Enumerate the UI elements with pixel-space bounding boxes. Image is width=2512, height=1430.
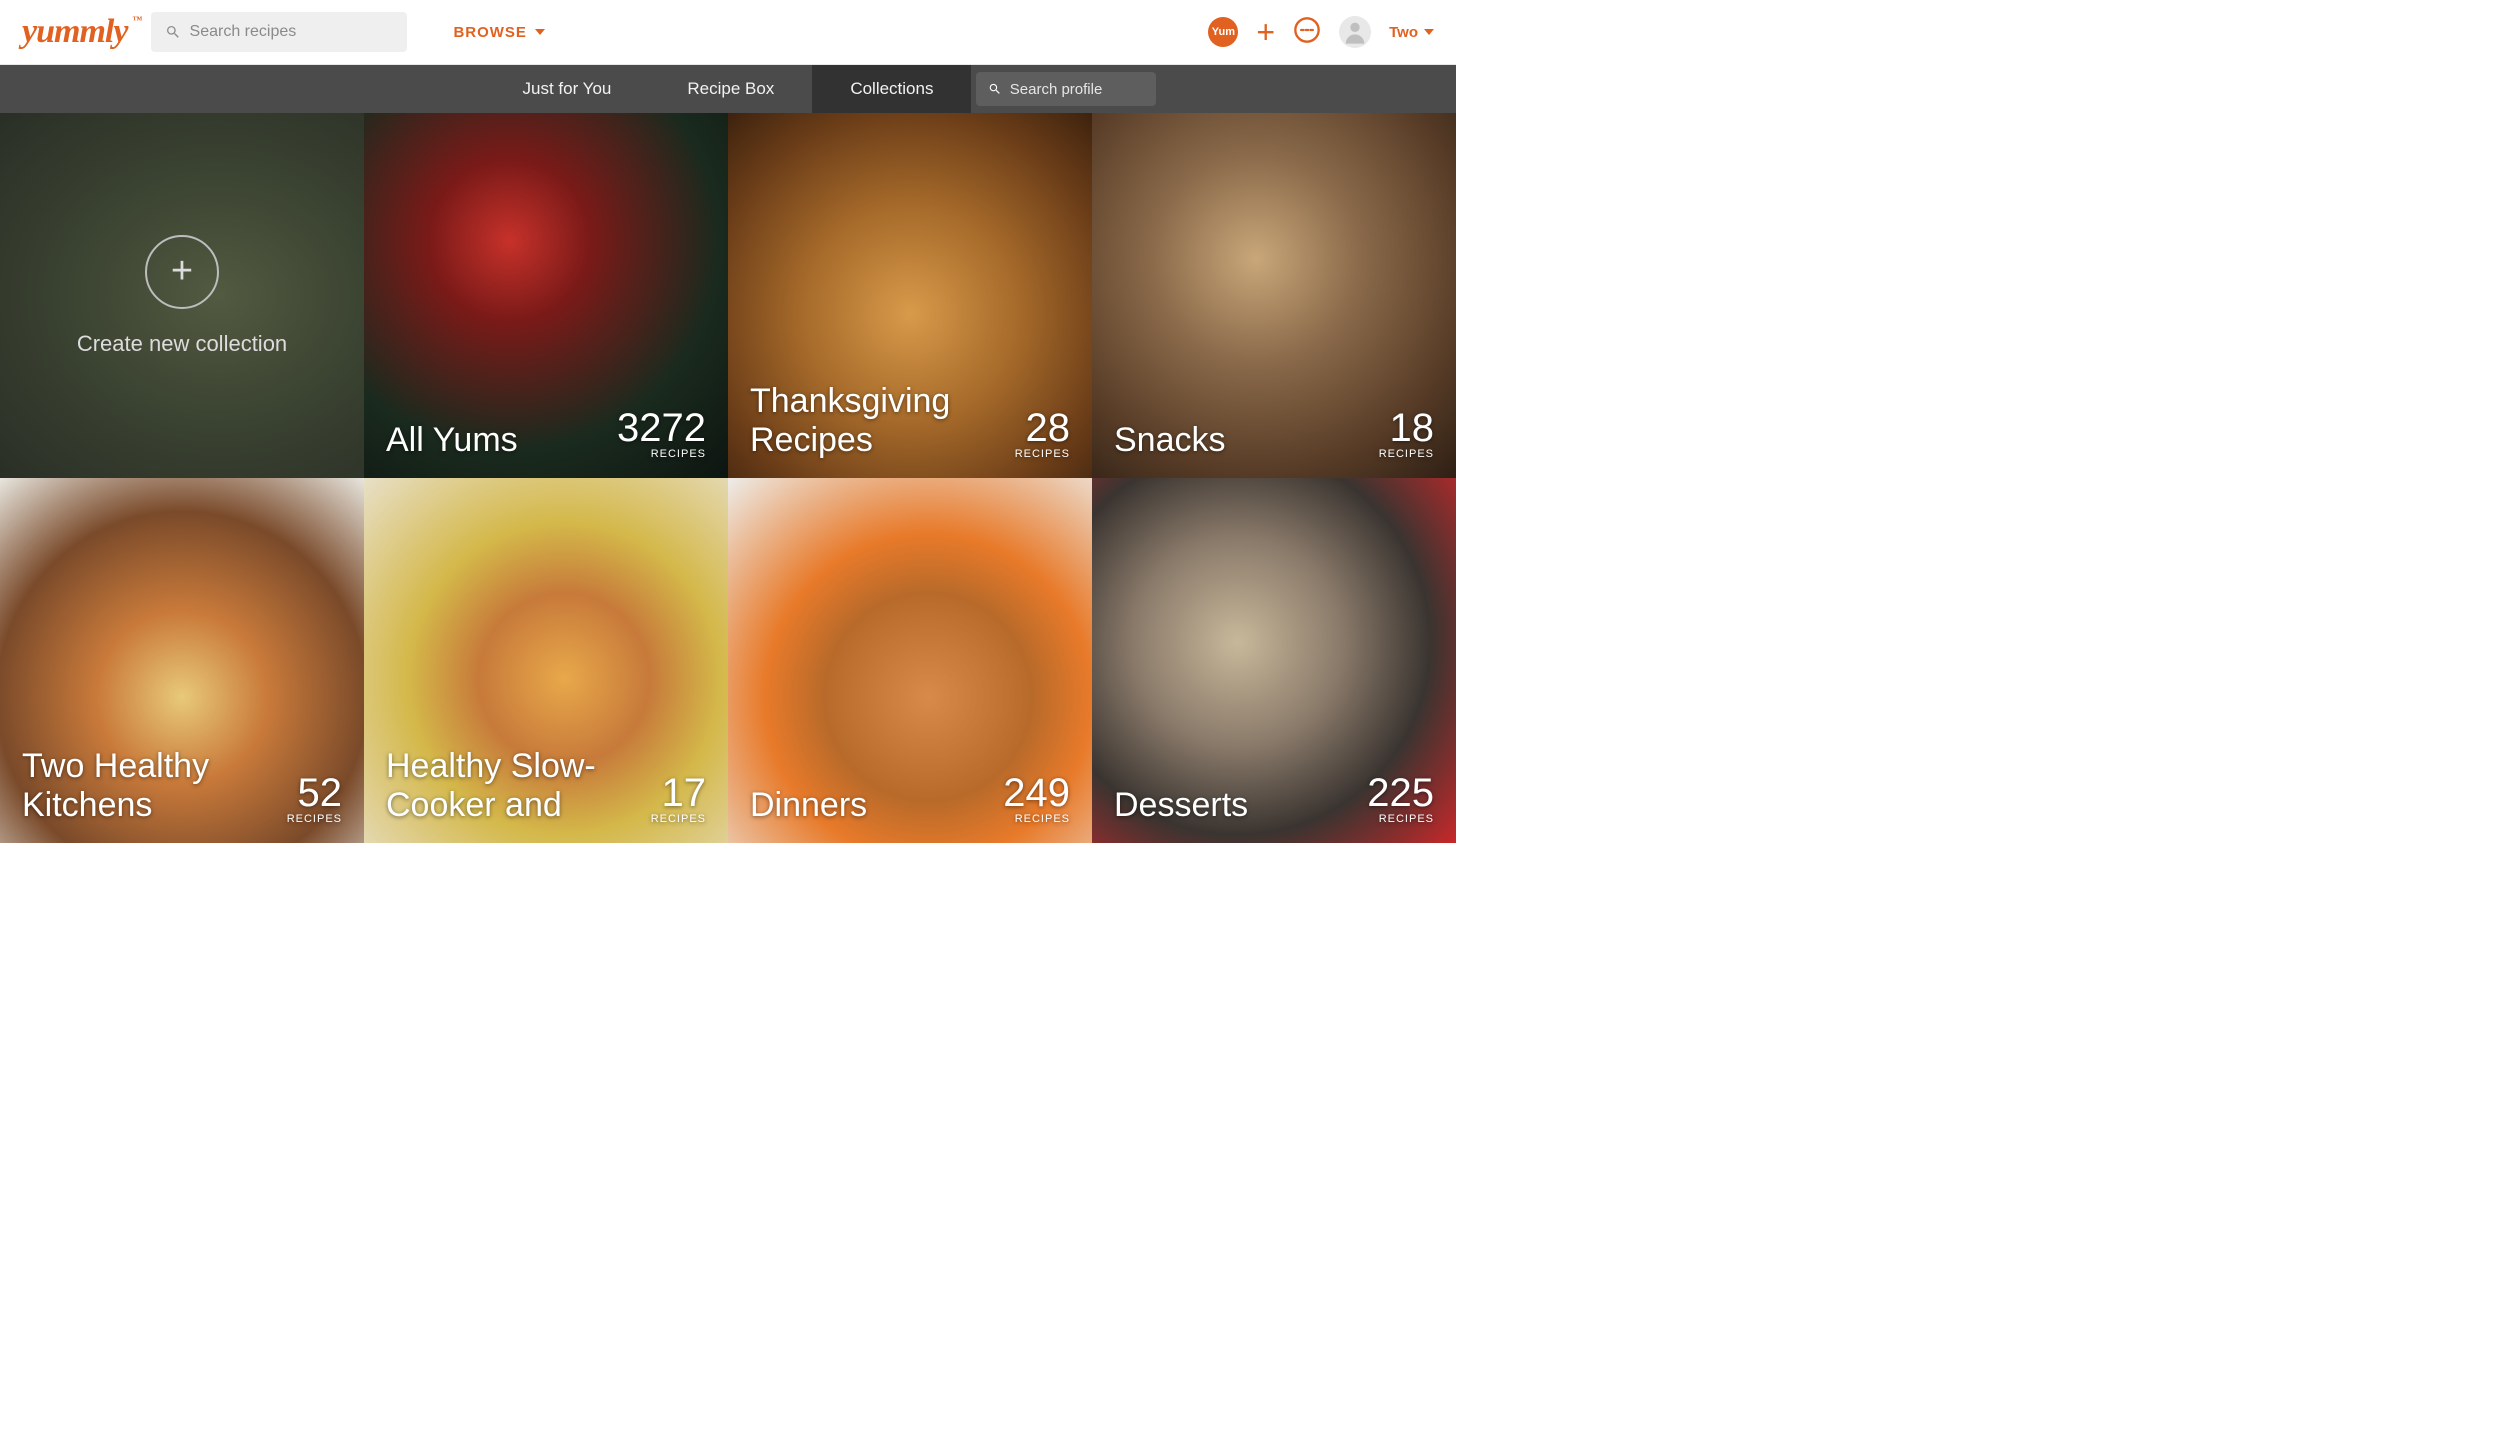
profile-search-box[interactable] — [976, 72, 1156, 106]
header: yummly BROWSE Yum + Two — [0, 0, 1456, 65]
collections-grid: + Create new collection All Yums 3272 RE… — [0, 113, 1456, 843]
logo[interactable]: yummly — [22, 13, 127, 51]
tile-count: 17 — [651, 773, 706, 813]
tile-overlay: Dinners 249 RECIPES — [728, 478, 1092, 843]
tile-title: Healthy Slow-Cooker and — [386, 747, 610, 825]
search-icon — [165, 23, 181, 41]
tile-recipes-label: RECIPES — [651, 813, 706, 825]
tab-collections[interactable]: Collections — [812, 65, 971, 113]
tile-recipes-label: RECIPES — [1015, 448, 1070, 460]
tab-recipe-box[interactable]: Recipe Box — [649, 65, 812, 113]
avatar[interactable] — [1339, 16, 1371, 48]
collection-tile[interactable]: Healthy Slow-Cooker and 17 RECIPES — [364, 478, 728, 843]
tile-overlay: Desserts 225 RECIPES — [1092, 478, 1456, 843]
subnav: Just for You Recipe Box Collections — [0, 65, 1456, 113]
tile-recipes-label: RECIPES — [1379, 448, 1434, 460]
tile-count: 225 — [1367, 773, 1434, 813]
collection-tile[interactable]: Two Healthy Kitchens 52 RECIPES — [0, 478, 364, 843]
create-label: Create new collection — [77, 331, 287, 357]
tile-recipes-label: RECIPES — [287, 813, 342, 825]
tile-count: 28 — [1015, 408, 1070, 448]
tile-count: 249 — [1003, 773, 1070, 813]
tile-title: Snacks — [1114, 421, 1226, 460]
subnav-tabs: Just for You Recipe Box Collections — [485, 65, 972, 113]
collection-tile[interactable]: Thanksgiving Recipes 28 RECIPES — [728, 113, 1092, 478]
create-content: + Create new collection — [0, 113, 364, 478]
profile-search-input[interactable] — [1010, 81, 1144, 98]
create-collection-tile[interactable]: + Create new collection — [0, 113, 364, 478]
tile-overlay: Two Healthy Kitchens 52 RECIPES — [0, 478, 364, 843]
search-icon — [988, 81, 1002, 97]
tile-overlay: All Yums 3272 RECIPES — [364, 113, 728, 478]
search-recipes-box[interactable] — [151, 12, 407, 52]
collection-tile[interactable]: Desserts 225 RECIPES — [1092, 478, 1456, 843]
user-name: Two — [1389, 24, 1418, 41]
collection-tile[interactable]: All Yums 3272 RECIPES — [364, 113, 728, 478]
browse-menu[interactable]: BROWSE — [453, 24, 545, 41]
tile-title: All Yums — [386, 421, 518, 460]
tile-count: 3272 — [617, 408, 706, 448]
chat-icon[interactable] — [1293, 16, 1321, 49]
tile-title: Thanksgiving Recipes — [750, 382, 974, 460]
user-menu[interactable]: Two — [1389, 24, 1434, 41]
tab-just-for-you[interactable]: Just for You — [485, 65, 650, 113]
browse-label: BROWSE — [453, 24, 527, 41]
tile-count: 18 — [1379, 408, 1434, 448]
tile-title: Two Healthy Kitchens — [22, 747, 246, 825]
yum-badge[interactable]: Yum — [1208, 17, 1238, 47]
plus-circle-icon: + — [145, 235, 219, 309]
tile-title: Desserts — [1114, 786, 1248, 825]
tile-overlay: Snacks 18 RECIPES — [1092, 113, 1456, 478]
add-icon[interactable]: + — [1256, 16, 1275, 48]
collection-tile[interactable]: Snacks 18 RECIPES — [1092, 113, 1456, 478]
tile-title: Dinners — [750, 786, 867, 825]
tile-overlay: Healthy Slow-Cooker and 17 RECIPES — [364, 478, 728, 843]
caret-down-icon — [535, 29, 545, 35]
tile-count: 52 — [287, 773, 342, 813]
caret-down-icon — [1424, 29, 1434, 35]
search-recipes-input[interactable] — [190, 23, 394, 41]
collection-tile[interactable]: Dinners 249 RECIPES — [728, 478, 1092, 843]
tile-overlay: Thanksgiving Recipes 28 RECIPES — [728, 113, 1092, 478]
header-right: Yum + Two — [1208, 16, 1434, 49]
